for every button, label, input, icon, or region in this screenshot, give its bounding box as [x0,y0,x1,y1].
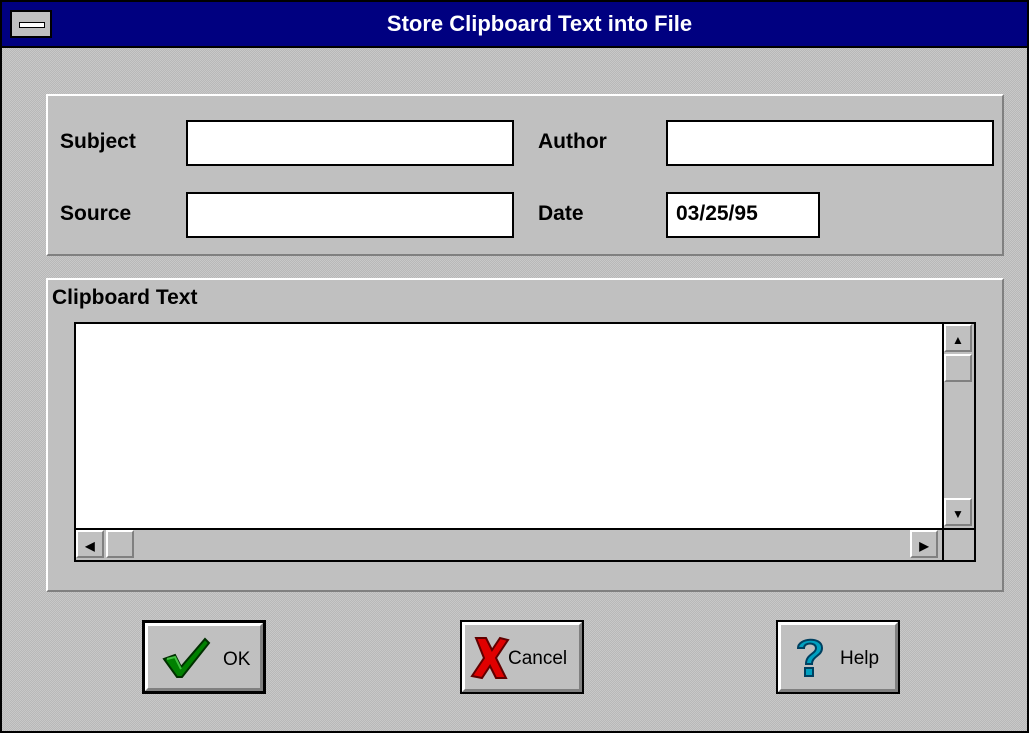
clipboard-text-area[interactable]: ▲ ▼ ◀ ▶ [74,322,976,562]
author-label: Author [538,130,607,153]
x-icon [470,636,510,680]
vertical-scrollbar[interactable]: ▲ ▼ [942,324,974,530]
date-label: Date [538,202,584,225]
arrow-up-icon: ▲ [952,333,964,347]
clipboard-panel: Clipboard Text ▲ ▼ ◀ ▶ [46,278,1004,592]
scroll-right-button[interactable]: ▶ [910,530,938,558]
dialog-window: Store Clipboard Text into File Subject A… [0,0,1029,733]
horizontal-scroll-thumb[interactable] [106,530,134,558]
metadata-panel: Subject Author Source Date 03/25/95 [46,94,1004,256]
help-button-label: Help [840,648,880,669]
subject-label: Subject [60,130,136,153]
window-title: Store Clipboard Text into File [386,11,693,36]
cancel-button-label: Cancel [508,648,568,669]
dialog-client-area: Subject Author Source Date 03/25/95 Clip… [2,48,1027,731]
scroll-down-button[interactable]: ▼ [944,498,972,526]
vertical-scroll-thumb[interactable] [944,354,972,382]
cancel-button[interactable]: Cancel [460,620,584,694]
title-bar: Store Clipboard Text into File [2,2,1027,48]
arrow-right-icon: ▶ [919,539,929,553]
arrow-left-icon: ◀ [85,539,95,553]
scroll-up-button[interactable]: ▲ [944,324,972,352]
question-icon [796,638,824,677]
ok-button[interactable]: OK [142,620,266,694]
scrollbar-corner [942,528,974,560]
clipboard-text-label: Clipboard Text [52,286,198,309]
ok-button-label: OK [223,649,251,670]
date-field[interactable]: 03/25/95 [666,192,820,238]
source-label: Source [60,202,132,225]
check-icon [162,637,211,678]
subject-field[interactable] [186,120,514,166]
author-field[interactable] [666,120,994,166]
system-menu-icon [19,22,45,28]
system-menu-button[interactable] [10,10,52,38]
scroll-left-button[interactable]: ◀ [76,530,104,558]
source-field[interactable] [186,192,514,238]
arrow-down-icon: ▼ [952,507,964,521]
horizontal-scrollbar[interactable]: ◀ ▶ [76,528,942,560]
help-button[interactable]: Help [776,620,900,694]
